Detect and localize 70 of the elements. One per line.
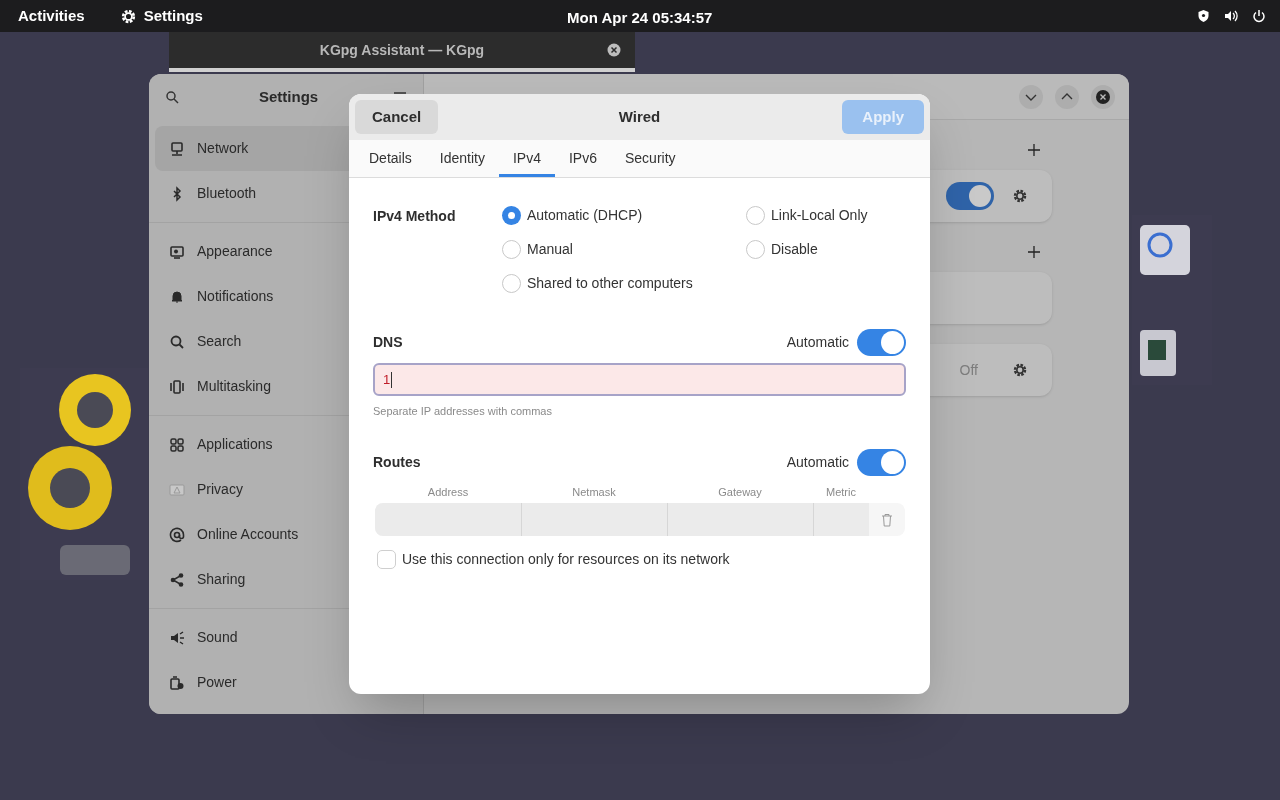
field-label: IPv4 Method — [373, 207, 457, 226]
status-label: Off — [959, 360, 978, 380]
add-icon[interactable] — [1027, 143, 1041, 157]
route-field[interactable] — [375, 503, 521, 536]
display-icon — [169, 243, 185, 260]
app-menu[interactable]: Settings — [119, 4, 203, 28]
multitasking-icon — [169, 378, 185, 395]
trash-icon[interactable] — [881, 512, 893, 527]
settings-icon — [1012, 362, 1028, 378]
clock[interactable]: Mon Apr 24 05:34:57 — [567, 7, 713, 30]
column-header: Metric — [825, 484, 857, 500]
dialog-title: Wired — [618, 106, 661, 127]
route-field[interactable] — [667, 503, 813, 536]
volume-icon[interactable] — [1224, 9, 1238, 23]
sidebar-item[interactable]: Appearance — [155, 229, 417, 274]
share-icon — [169, 571, 185, 588]
radio-button[interactable] — [746, 239, 765, 259]
radio-option[interactable]: Disable — [746, 232, 906, 266]
toggle-label: Automatic — [786, 452, 849, 472]
radio-button[interactable] — [502, 273, 521, 293]
close-icon[interactable] — [607, 43, 621, 57]
window-title: KGpg Assistant — KGpg — [319, 40, 485, 60]
field-label: DNS — [373, 333, 403, 352]
activities-button[interactable]: Activities — [18, 4, 85, 28]
checkbox[interactable] — [377, 550, 396, 569]
search-icon — [169, 333, 185, 350]
add-icon[interactable] — [1027, 245, 1041, 259]
chevron-up-icon[interactable] — [1055, 84, 1079, 109]
route-field[interactable] — [813, 503, 869, 536]
hint-text: Separate IP addresses with commas — [373, 404, 553, 419]
tab[interactable]: Security — [610, 140, 690, 177]
search-icon[interactable] — [165, 90, 179, 104]
sidebar-item[interactable]: Power — [155, 660, 417, 705]
toggle-switch[interactable] — [946, 182, 994, 210]
radio-option[interactable]: Manual — [502, 232, 746, 266]
radio-button[interactable] — [502, 205, 521, 225]
sidebar-title: Settings — [259, 86, 319, 107]
radio-option[interactable]: Shared to other computers — [502, 266, 746, 300]
radio-button[interactable] — [746, 205, 765, 225]
power-icon[interactable] — [1252, 9, 1266, 23]
battery-icon — [169, 674, 185, 691]
bell-icon — [169, 288, 185, 305]
tab[interactable]: IPv4 — [498, 140, 555, 177]
toggle-label: Automatic — [786, 333, 849, 352]
column-header: Address — [426, 484, 470, 500]
settings-icon — [119, 7, 137, 25]
column-header: Gateway — [717, 484, 763, 500]
shield-icon[interactable] — [1197, 9, 1210, 23]
sidebar-item[interactable]: Sound — [155, 615, 417, 660]
settings-icon — [1012, 188, 1028, 204]
toggle-switch[interactable] — [857, 448, 906, 476]
radio-option[interactable]: Automatic (DHCP) — [502, 198, 746, 232]
dns-field[interactable]: 1 — [373, 363, 906, 396]
privacy-icon — [169, 481, 185, 498]
speaker-icon — [169, 629, 185, 646]
network-icon — [169, 140, 185, 157]
radio-button[interactable] — [502, 239, 521, 259]
cancel-button[interactable]: Cancel — [355, 100, 439, 134]
chevron-down-icon[interactable] — [1019, 84, 1043, 109]
route-field[interactable] — [521, 503, 667, 536]
column-header: Netmask — [571, 484, 617, 500]
radio-option[interactable]: Link-Local Only — [746, 198, 906, 232]
at-sign-icon — [169, 526, 185, 543]
tab[interactable]: Identity — [425, 140, 499, 177]
toggle-switch[interactable] — [857, 329, 906, 356]
tab[interactable]: IPv6 — [554, 140, 611, 177]
close-icon[interactable] — [1091, 84, 1115, 109]
grid-icon — [169, 436, 185, 453]
checkbox-label[interactable]: Use this connection only for resources on its network — [402, 549, 730, 570]
sidebar-item[interactable]: Notifications — [155, 274, 417, 319]
